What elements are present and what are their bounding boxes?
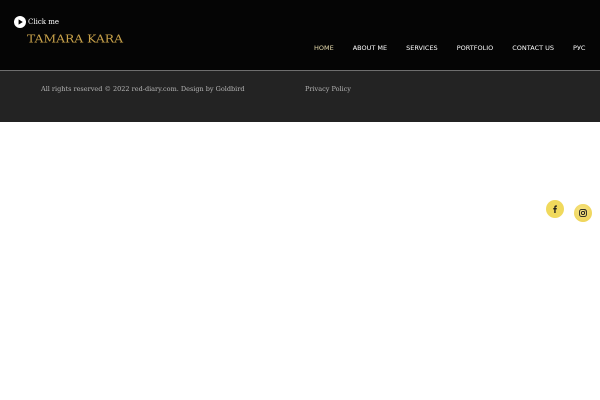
nav-item-portfolio[interactable]: PORTFOLIO [457,44,494,52]
main-nav: HOME ABOUT ME SERVICES PORTFOLIO CONTACT… [304,42,585,54]
nav-item-contact[interactable]: CONTACT US [512,44,554,52]
footer-bar [0,71,600,122]
facebook-button[interactable] [546,200,564,218]
facebook-icon [553,205,557,213]
click-me-label: Click me [28,17,60,26]
copyright-text: All rights reserved © 2022 red-diary.com… [41,85,245,93]
nav-item-about[interactable]: ABOUT ME [353,44,387,52]
nav-item-home[interactable]: HOME [314,44,334,52]
privacy-policy-link[interactable]: Privacy Policy [305,85,351,93]
svg-text:TAMARA KARA: TAMARA KARA [27,33,124,46]
play-icon [14,15,26,28]
logo-wordmark: TAMARA KARA [27,33,124,46]
instagram-button[interactable] [574,204,592,222]
instagram-icon [579,209,587,217]
click-me-button[interactable]: Click me [14,15,59,28]
site-logo[interactable]: TAMARA KARA [27,30,127,46]
nav-item-services[interactable]: SERVICES [406,44,438,52]
nav-item-language[interactable]: РУС [573,44,585,52]
